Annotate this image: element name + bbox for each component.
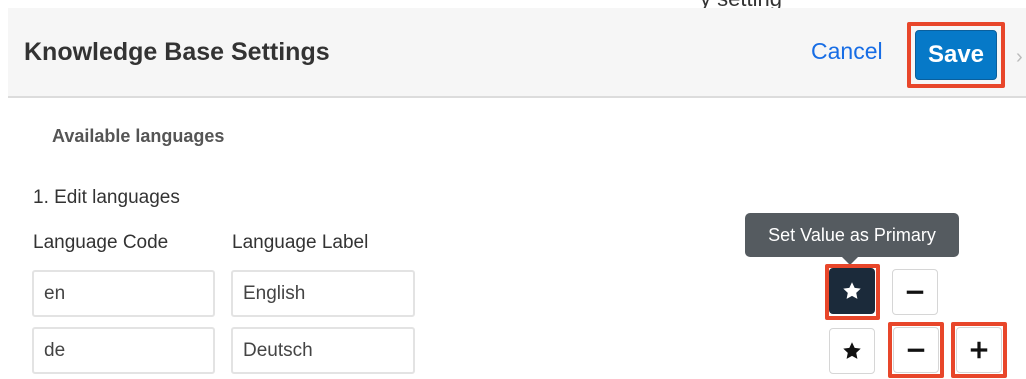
remove-language-button[interactable] <box>893 327 939 373</box>
save-button-highlight: Save <box>907 22 1005 88</box>
page-title: Knowledge Base Settings <box>24 38 330 66</box>
section-title: Available languages <box>52 126 225 146</box>
set-primary-button[interactable] <box>829 268 875 314</box>
cancel-button[interactable]: Cancel <box>811 38 883 65</box>
column-header-language-code: Language Code <box>33 232 169 253</box>
set-primary-button[interactable] <box>829 328 875 374</box>
language-code-field[interactable] <box>32 327 215 374</box>
language-code-field[interactable] <box>32 270 215 317</box>
remove-language-button[interactable] <box>892 269 938 315</box>
column-header-language-label: Language Label <box>232 232 369 253</box>
language-label-field[interactable] <box>231 327 415 374</box>
minus-icon <box>907 348 925 352</box>
step-title: 1. Edit languages <box>33 187 180 208</box>
minus-icon <box>906 290 924 294</box>
star-icon <box>843 342 861 359</box>
settings-header: Knowledge Base Settings Cancel Save › <box>8 8 1026 98</box>
language-label-field[interactable] <box>231 270 415 317</box>
set-primary-tooltip: Set Value as Primary <box>745 213 959 257</box>
star-icon <box>843 282 861 299</box>
add-language-button[interactable] <box>956 327 1002 373</box>
close-icon[interactable]: › <box>1016 46 1023 69</box>
plus-icon <box>970 341 988 359</box>
save-button[interactable]: Save <box>915 30 997 80</box>
